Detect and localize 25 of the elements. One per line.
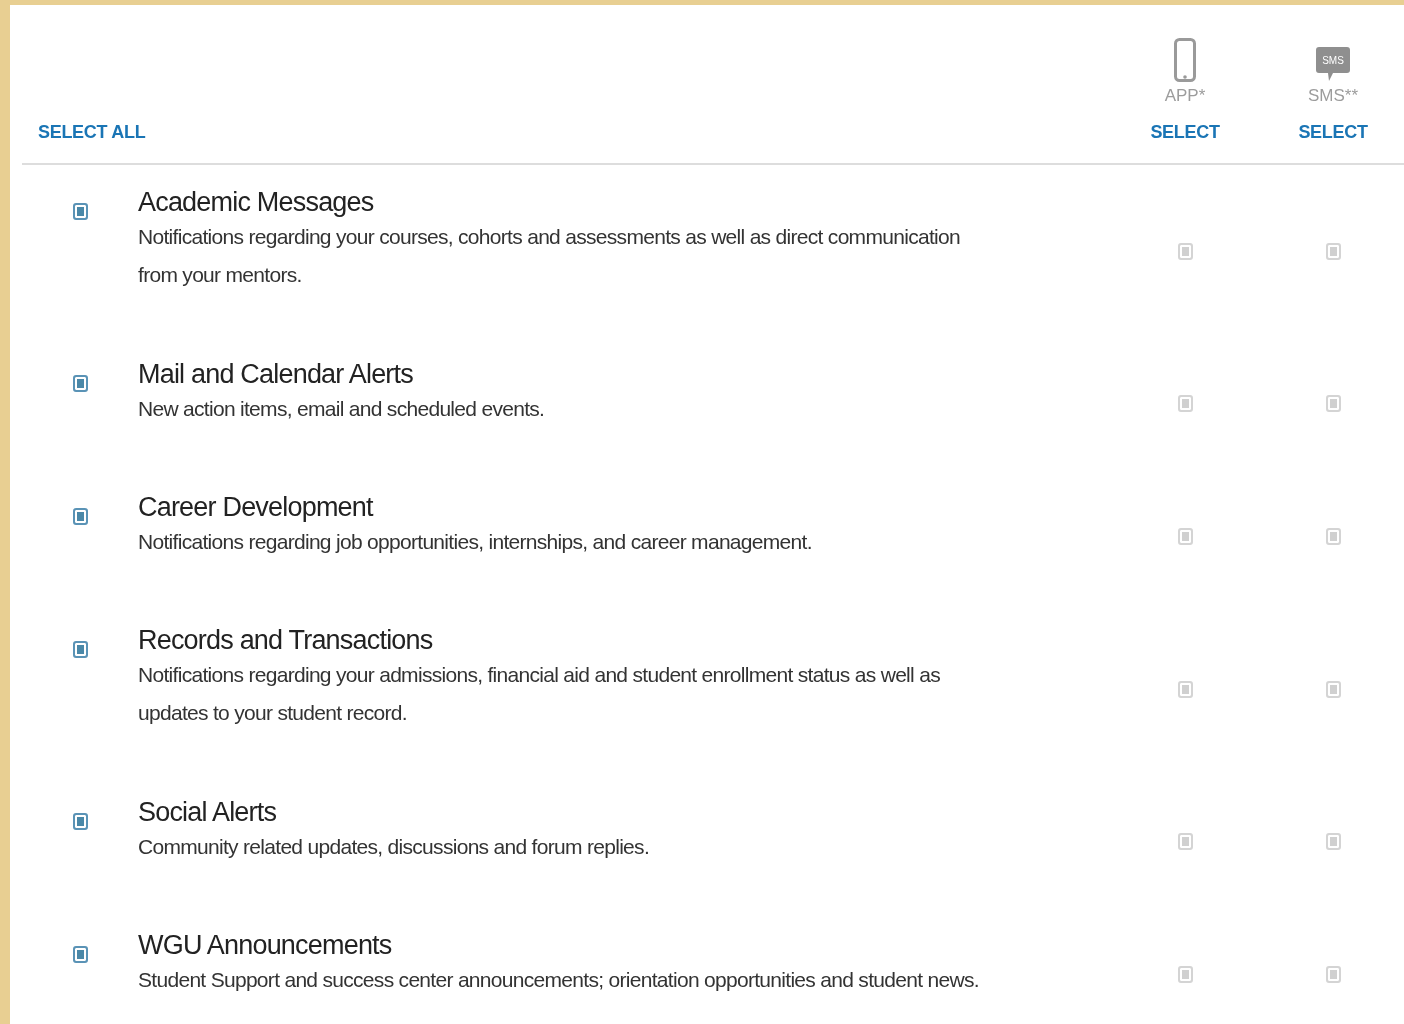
chat-bubble-icon: SMS: [1316, 46, 1350, 82]
checkbox[interactable]: [72, 641, 88, 658]
select-all-link[interactable]: SELECT ALL: [22, 122, 1108, 163]
checkbox[interactable]: [72, 203, 88, 220]
select-link[interactable]: SELECT: [1298, 122, 1368, 163]
checkbox[interactable]: [72, 946, 88, 963]
category-description: Notifications regarding your courses, cohorts and assessments as well as direct communication from your mentors.: [138, 224, 961, 288]
category-title: Mail and Calendar Alerts: [138, 359, 414, 390]
category-description: New action items, email and scheduled events.: [138, 396, 546, 422]
category-title: Career Development: [138, 492, 375, 523]
select-link[interactable]: SELECT: [1150, 122, 1220, 163]
category-description: Community related updates, discussions and forum replies.: [138, 834, 651, 860]
channel-label: SMS**: [1307, 86, 1359, 106]
category-description: Notifications regarding job opportunities, internships, and career management.: [138, 529, 813, 555]
smartphone-icon: [1174, 38, 1196, 82]
category-title: Social Alerts: [138, 797, 278, 828]
channel-label: APP*: [1164, 86, 1206, 106]
category-title: Academic Messages: [138, 187, 375, 218]
checkbox[interactable]: [72, 375, 88, 392]
category-title: WGU Announcements: [138, 930, 393, 961]
checkbox[interactable]: [72, 813, 88, 830]
category-description: Student Support and success center announcements; orientation opportunities and student news.: [138, 967, 980, 993]
checkbox[interactable]: [72, 508, 88, 525]
category-description: Notifications regarding your admissions, financial aid and student enrollment status as well as updates to your student record.: [138, 662, 941, 726]
category-title: Records and Transactions: [138, 625, 434, 656]
